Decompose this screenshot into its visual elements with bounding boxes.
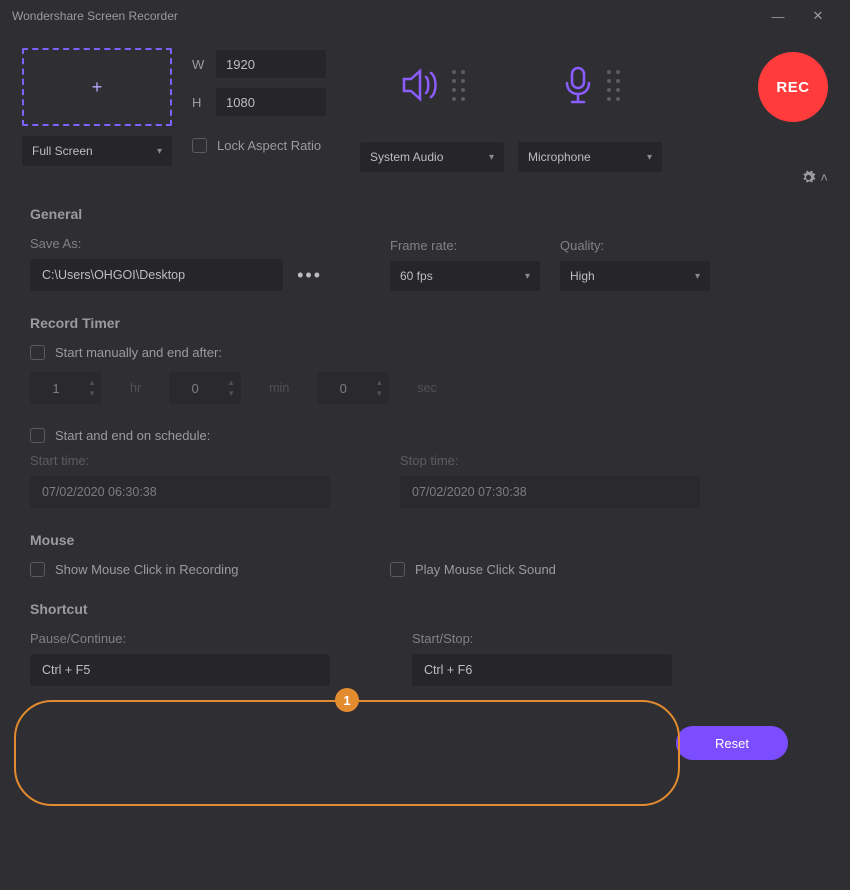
footer: Reset: [0, 706, 850, 790]
save-as-label: Save As:: [30, 236, 330, 251]
quality-value: High: [570, 269, 595, 283]
chevron-down-icon: ▾: [157, 146, 162, 157]
timer-schedule-checkbox[interactable]: [30, 428, 45, 443]
minimize-button[interactable]: —: [758, 9, 798, 24]
height-input[interactable]: [216, 88, 326, 116]
show-mouse-click-label: Show Mouse Click in Recording: [55, 562, 239, 577]
hours-unit: hr: [130, 381, 141, 395]
timer-manual-checkbox[interactable]: [30, 345, 45, 360]
frame-rate-select[interactable]: 60 fps ▾: [390, 261, 540, 291]
start-time-label: Start time:: [30, 453, 330, 468]
quality-select[interactable]: High ▾: [560, 261, 710, 291]
record-label: REC: [776, 79, 809, 96]
close-button[interactable]: ✕: [798, 8, 838, 24]
screen-mode-value: Full Screen: [32, 144, 93, 158]
titlebar: Wondershare Screen Recorder — ✕: [0, 0, 850, 32]
minutes-stepper[interactable]: 0▲▼: [169, 372, 241, 404]
play-click-sound-checkbox[interactable]: [390, 562, 405, 577]
section-record-timer: Record Timer: [30, 315, 820, 331]
start-time-field[interactable]: 07/02/2020 06:30:38: [30, 476, 330, 508]
chevron-down-icon: ▾: [647, 152, 652, 163]
gear-icon: [801, 170, 816, 185]
minutes-unit: min: [269, 381, 289, 395]
hours-stepper[interactable]: 1▲▼: [30, 372, 102, 404]
chevron-down-icon: ▾: [525, 271, 530, 282]
record-button[interactable]: REC: [758, 52, 828, 122]
chevron-down-icon: ▾: [695, 271, 700, 282]
frame-rate-label: Frame rate:: [390, 238, 540, 253]
seconds-stepper[interactable]: 0▲▼: [317, 372, 389, 404]
pause-continue-field[interactable]: Ctrl + F5: [30, 654, 330, 686]
system-audio-value: System Audio: [370, 150, 443, 164]
microphone-value: Microphone: [528, 150, 591, 164]
save-as-field[interactable]: C:\Users\OHGOI\Desktop: [30, 259, 283, 291]
stop-time-label: Stop time:: [400, 453, 700, 468]
level-dots: [452, 70, 465, 101]
start-stop-field[interactable]: Ctrl + F6: [412, 654, 672, 686]
chevron-down-icon: ▾: [489, 152, 494, 163]
frame-rate-value: 60 fps: [400, 269, 433, 283]
width-input[interactable]: [216, 50, 326, 78]
show-mouse-click-checkbox[interactable]: [30, 562, 45, 577]
level-dots: [607, 70, 620, 101]
width-label: W: [192, 57, 206, 72]
start-stop-label: Start/Stop:: [412, 631, 672, 646]
app-title: Wondershare Screen Recorder: [12, 9, 178, 23]
plus-icon: +: [92, 77, 103, 98]
microphone-select[interactable]: Microphone ▾: [518, 142, 662, 172]
chevron-up-icon: ˄: [820, 170, 828, 185]
settings-body: General Save As: C:\Users\OHGOI\Desktop …: [0, 182, 850, 706]
lock-aspect-checkbox[interactable]: [192, 138, 207, 153]
section-mouse: Mouse: [30, 532, 820, 548]
section-shortcut: Shortcut: [30, 601, 820, 617]
stop-time-field[interactable]: 07/02/2020 07:30:38: [400, 476, 700, 508]
browse-button[interactable]: •••: [289, 265, 330, 286]
settings-toggle[interactable]: ˄: [801, 170, 828, 185]
timer-schedule-label: Start and end on schedule:: [55, 428, 210, 443]
reset-button[interactable]: Reset: [676, 726, 788, 760]
quality-label: Quality:: [560, 238, 710, 253]
timer-manual-label: Start manually and end after:: [55, 345, 222, 360]
seconds-unit: sec: [417, 381, 436, 395]
lock-aspect-label: Lock Aspect Ratio: [217, 138, 321, 153]
screen-mode-select[interactable]: Full Screen ▾: [22, 136, 172, 166]
pause-continue-label: Pause/Continue:: [30, 631, 330, 646]
app-window: Wondershare Screen Recorder — ✕ + Full S…: [0, 0, 850, 890]
toolbar: + Full Screen ▾ W H Lock Aspect Ratio: [0, 32, 850, 182]
system-audio-select[interactable]: System Audio ▾: [360, 142, 504, 172]
height-label: H: [192, 95, 206, 110]
microphone-icon: [561, 65, 595, 105]
capture-region-selector[interactable]: +: [22, 48, 172, 126]
speaker-icon: [400, 67, 440, 103]
play-click-sound-label: Play Mouse Click Sound: [415, 562, 556, 577]
section-general: General: [30, 206, 820, 222]
